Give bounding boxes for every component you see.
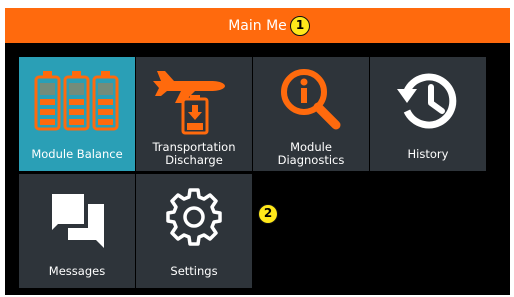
tile-settings[interactable]: Settings bbox=[136, 174, 252, 288]
battery-modules-icon bbox=[19, 65, 135, 137]
page-title: Main Me bbox=[228, 18, 287, 34]
tile-label: History bbox=[407, 146, 449, 161]
header-bar: Main Me bbox=[5, 8, 510, 43]
info-magnifier-icon bbox=[253, 65, 369, 137]
tile-label: Module Diagnostics bbox=[277, 140, 345, 167]
airplane-battery-icon bbox=[136, 65, 252, 137]
tile-transportation-discharge[interactable]: Transportation Discharge bbox=[136, 57, 252, 171]
tile-module-diagnostics[interactable]: Module Diagnostics bbox=[253, 57, 369, 171]
tile-messages[interactable]: Messages bbox=[19, 174, 135, 288]
tile-history[interactable]: History bbox=[370, 57, 486, 171]
tile-label: Transportation Discharge bbox=[152, 140, 236, 167]
tile-label: Settings bbox=[170, 263, 218, 278]
callout-badge-2: 2 bbox=[258, 204, 278, 224]
callout-badge-1: 1 bbox=[290, 16, 310, 36]
main-menu-screen: Main Me 1 2 Module Balance Transportatio… bbox=[5, 8, 510, 295]
gear-icon bbox=[136, 182, 252, 254]
tile-label: Messages bbox=[48, 263, 106, 278]
tile-label: Module Balance bbox=[31, 146, 123, 161]
tile-module-balance[interactable]: Module Balance bbox=[19, 57, 135, 171]
history-clock-icon bbox=[370, 65, 486, 137]
chat-bubbles-icon bbox=[19, 182, 135, 254]
